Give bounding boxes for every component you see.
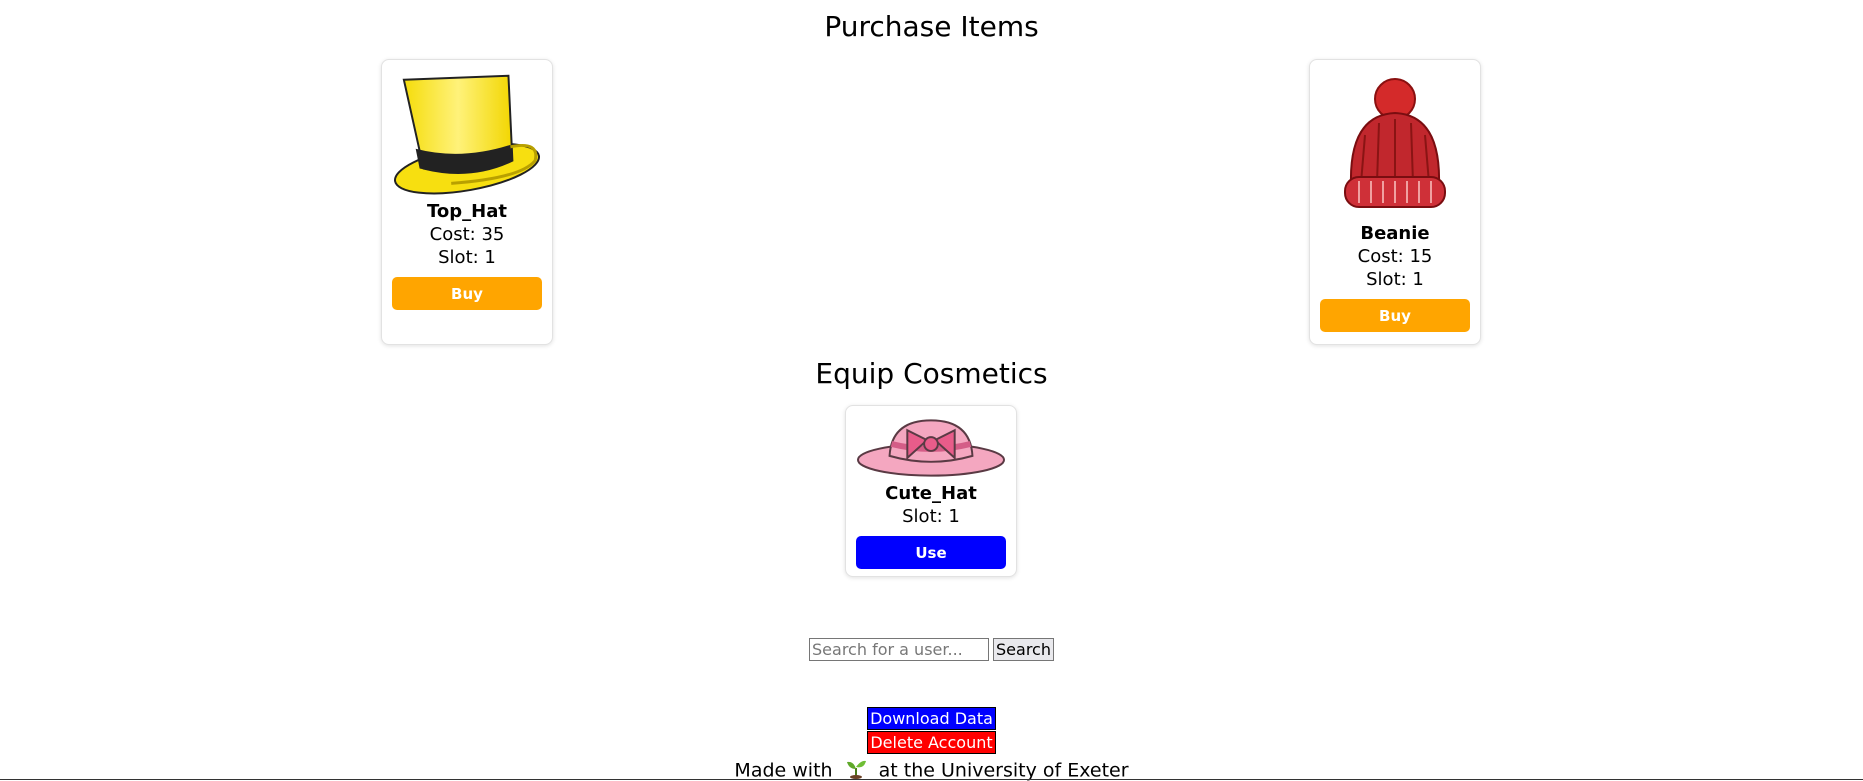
top-hat-icon: [392, 68, 542, 200]
beanie-icon: [1320, 68, 1470, 222]
item-cost: Cost: 15: [1357, 246, 1433, 267]
search-input[interactable]: [809, 638, 990, 661]
footer-divider: [0, 779, 1863, 780]
item-slot: Slot: 1: [902, 506, 960, 527]
delete-row: Delete Account: [0, 731, 1863, 754]
item-name: Beanie: [1360, 223, 1430, 244]
owned-item-cute-hat: Cute_Hat Slot: 1 Use: [845, 405, 1017, 577]
purchase-items-title: Purchase Items: [824, 10, 1039, 43]
cute-hat-icon: [856, 412, 1006, 482]
page: Purchase Items Top_Hat Cost: 35 Slot: 1: [0, 0, 1863, 781]
user-search-form: Search: [0, 638, 1863, 661]
buy-button[interactable]: Buy: [392, 277, 542, 310]
sprout-icon: [845, 757, 867, 781]
item-name: Cute_Hat: [885, 483, 977, 504]
item-slot: Slot: 1: [438, 247, 496, 268]
shop-item-beanie: Beanie Cost: 15 Slot: 1 Buy: [1309, 59, 1481, 345]
use-button[interactable]: Use: [856, 536, 1006, 569]
shop-item-top-hat: Top_Hat Cost: 35 Slot: 1 Buy: [381, 59, 553, 345]
footer-suffix: at the University of Exeter: [878, 759, 1129, 781]
search-button[interactable]: Search: [993, 638, 1054, 661]
buy-button[interactable]: Buy: [1320, 299, 1470, 332]
download-data-button[interactable]: Download Data: [867, 707, 996, 730]
footer-prefix: Made with: [734, 759, 833, 781]
delete-account-button[interactable]: Delete Account: [867, 731, 996, 754]
download-row: Download Data: [0, 707, 1863, 730]
equip-cosmetics-title: Equip Cosmetics: [815, 357, 1048, 390]
item-name: Top_Hat: [427, 201, 507, 222]
item-cost: Cost: 35: [429, 224, 505, 245]
item-slot: Slot: 1: [1366, 269, 1424, 290]
footer: Made with at the University of Exeter: [0, 757, 1863, 781]
